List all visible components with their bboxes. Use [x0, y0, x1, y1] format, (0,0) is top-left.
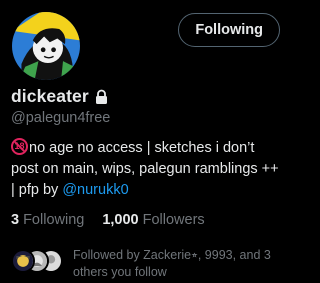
followers-label: Followers	[142, 212, 205, 228]
followers-count: 1,000	[102, 212, 139, 228]
followers-stat[interactable]: 1,000 Followers	[102, 212, 204, 228]
follow-stats: 3 Following 1,000 Followers	[11, 212, 205, 228]
following-button[interactable]: Following	[178, 13, 280, 47]
display-name: dickeater	[11, 86, 89, 106]
profile-bio: 18 no age no access | sketches i don’t po…	[11, 138, 283, 201]
bio-mention-link[interactable]: @nurukk0	[62, 182, 128, 198]
following-count: 3	[11, 212, 20, 228]
user-handle: @palegun4free	[11, 110, 111, 126]
profile-card: Following dickeater @palegun4free 18 no a…	[0, 0, 291, 283]
mini-avatar	[11, 249, 35, 273]
followed-by-section[interactable]: Followed by Zackerie⭒, 9993, and 3 other…	[11, 247, 283, 281]
bio-text: no age no access | sketches i don’t post…	[11, 140, 279, 198]
avatar-image	[12, 12, 80, 80]
following-label: Following	[23, 212, 85, 228]
profile-avatar[interactable]	[10, 10, 82, 82]
lock-icon	[94, 89, 109, 105]
name-row: dickeater	[11, 86, 109, 107]
followed-by-avatars	[11, 249, 63, 273]
followed-by-text: Followed by Zackerie⭒, 9993, and 3 other…	[73, 248, 271, 279]
age-restriction-icon: 18	[11, 138, 28, 155]
following-stat[interactable]: 3 Following	[11, 212, 84, 228]
